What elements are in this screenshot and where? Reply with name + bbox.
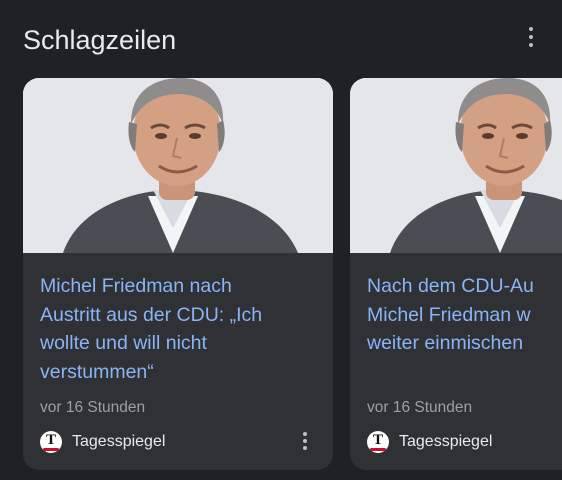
headlines-screen: Schlagzeilen Michel Friedman nach Austri…: [0, 0, 562, 480]
menu-dot: [303, 432, 307, 436]
menu-dot: [529, 27, 533, 31]
headlines-header: Schlagzeilen: [0, 0, 562, 78]
portrait-photo: [23, 78, 333, 253]
article-image[interactable]: [350, 78, 562, 253]
section-title: Schlagzeilen: [23, 25, 177, 55]
news-card[interactable]: Michel Friedman nach Austritt aus der CD…: [23, 78, 333, 470]
logo-bar: [370, 448, 386, 451]
card-timestamp: vor 16 Stunden: [40, 399, 146, 416]
tagesspiegel-logo-icon: T: [40, 431, 62, 453]
logo-bar: [43, 448, 59, 451]
card-headline[interactable]: Michel Friedman nach Austritt aus der CD…: [40, 272, 325, 386]
card-source: T Tagesspiegel: [367, 430, 492, 454]
more-vert-icon[interactable]: [516, 22, 546, 52]
menu-dot: [529, 43, 533, 47]
logo-letter: T: [45, 432, 56, 448]
news-card[interactable]: Nach dem CDU-Au Michel Friedman w weiter…: [350, 78, 562, 470]
source-name: Tagesspiegel: [399, 433, 493, 450]
logo-letter: T: [372, 432, 383, 448]
card-timestamp: vor 16 Stunden: [367, 399, 473, 416]
menu-dot: [529, 35, 533, 39]
tagesspiegel-logo-icon: T: [367, 431, 389, 453]
portrait-photo: [350, 78, 562, 253]
article-image[interactable]: [23, 78, 333, 253]
source-name: Tagesspiegel: [72, 433, 166, 450]
more-vert-icon[interactable]: [293, 428, 317, 454]
card-source: T Tagesspiegel: [40, 430, 165, 454]
menu-dot: [303, 446, 307, 450]
headlines-carousel[interactable]: Michel Friedman nach Austritt aus der CD…: [0, 78, 562, 480]
card-headline[interactable]: Nach dem CDU-Au Michel Friedman w weiter…: [367, 272, 562, 358]
menu-dot: [303, 439, 307, 443]
